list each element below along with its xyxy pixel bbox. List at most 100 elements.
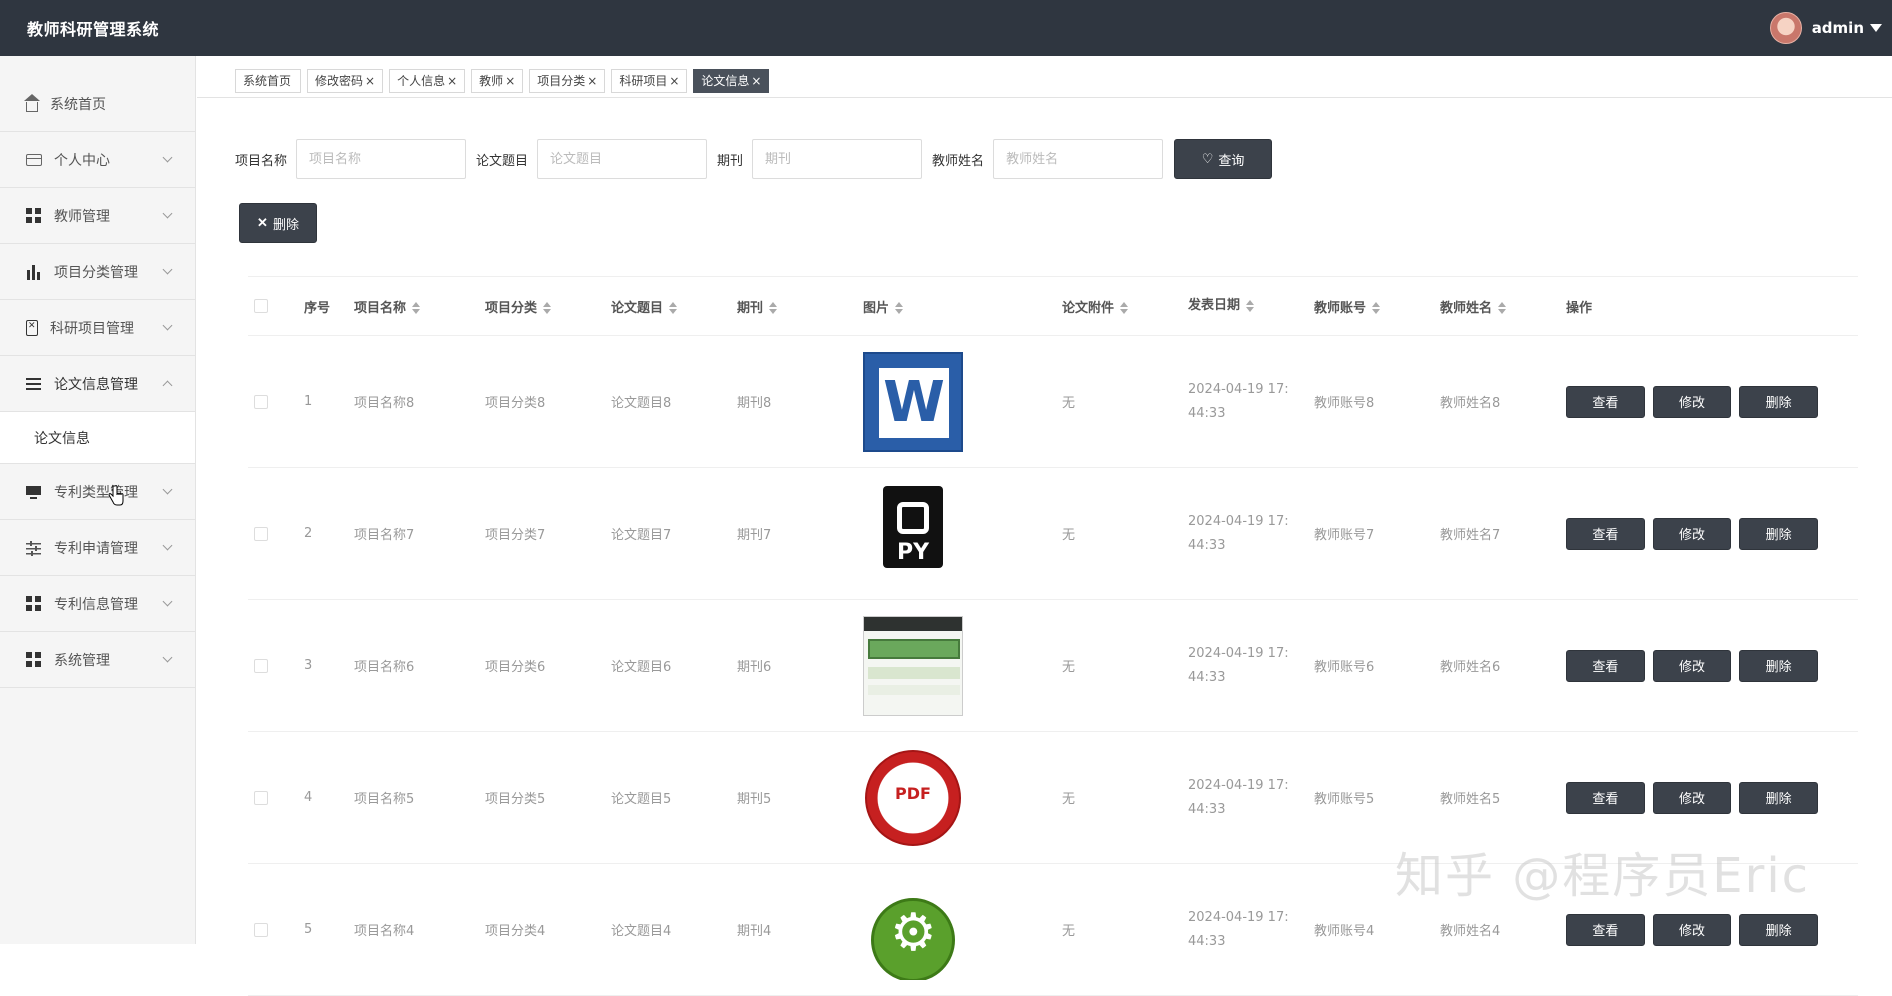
delete-button[interactable]: 删除 <box>1739 385 1819 418</box>
tab-personal-info[interactable]: 个人信息 × <box>389 69 466 93</box>
header-attachment[interactable]: 论文附件 <box>1062 297 1188 316</box>
delete-button[interactable]: 删除 <box>1739 649 1819 682</box>
sidebar-item-patent-type[interactable]: 专利类型管理 <box>0 464 195 520</box>
header-project-name[interactable]: 项目名称 <box>354 297 485 316</box>
submenu-item-paper-info[interactable]: 论文信息 <box>0 412 195 464</box>
chevron-up-icon <box>162 380 173 391</box>
sort-icon[interactable] <box>769 302 778 314</box>
tab-research-project[interactable]: 科研项目 × <box>611 69 688 93</box>
tab-paper-info[interactable]: 论文信息 × <box>693 69 770 93</box>
tab-teacher[interactable]: 教师 × <box>471 69 524 93</box>
chevron-down-icon <box>162 652 173 663</box>
chevron-down-icon <box>162 540 173 551</box>
journal-input[interactable] <box>752 139 923 179</box>
gear-icon[interactable] <box>863 879 963 980</box>
row-checkbox[interactable] <box>254 526 268 541</box>
tab-home[interactable]: 系统首页 <box>235 69 302 93</box>
word-icon[interactable]: W <box>863 351 963 452</box>
view-button[interactable]: 查看 <box>1566 649 1645 682</box>
table-row: 2 项目名称7 项目分类7 论文题目7 期刊7 PY 无 2024-04-19 … <box>248 468 1858 600</box>
row-checkbox[interactable] <box>254 922 268 937</box>
row-checkbox[interactable] <box>254 790 268 805</box>
sidebar-item-patent-apply[interactable]: 专利申请管理 <box>0 520 195 576</box>
sort-icon[interactable] <box>1372 302 1381 314</box>
avatar[interactable] <box>1769 12 1802 44</box>
header-paper-topic[interactable]: 论文题目 <box>611 297 737 316</box>
project-name-input[interactable] <box>296 139 467 179</box>
sidebar-item-teacher[interactable]: 教师管理 <box>0 188 195 244</box>
app-title: 教师科研管理系统 <box>27 20 160 39</box>
cell-project-category: 项目分类5 <box>485 792 546 807</box>
screenshot-thumbnail[interactable] <box>863 615 963 716</box>
delete-button[interactable]: 删除 <box>1739 913 1819 946</box>
edit-button[interactable]: 修改 <box>1652 517 1732 550</box>
sidebar-item-label: 个人中心 <box>54 152 110 169</box>
sidebar-item-personal-center[interactable]: 个人中心 <box>0 132 195 188</box>
paper-topic-input[interactable] <box>537 139 708 179</box>
batch-delete-button[interactable]: ✕ 删除 <box>239 203 317 243</box>
header-teacher-account[interactable]: 教师账号 <box>1314 297 1440 316</box>
username[interactable]: admin <box>1812 19 1864 37</box>
caret-down-icon[interactable] <box>1870 24 1882 32</box>
edit-button[interactable]: 修改 <box>1652 385 1732 418</box>
submenu-item-label: 论文信息 <box>34 430 90 447</box>
cell-journal: 期刊7 <box>737 528 772 543</box>
header-image[interactable]: 图片 <box>863 297 1062 316</box>
view-button[interactable]: 查看 <box>1566 781 1645 814</box>
row-checkbox[interactable] <box>254 394 268 409</box>
select-all-checkbox[interactable] <box>254 299 268 313</box>
cell-project-name: 项目名称5 <box>354 792 415 807</box>
python-file-icon[interactable]: PY <box>863 483 963 584</box>
view-button[interactable]: 查看 <box>1566 517 1645 550</box>
header-project-category[interactable]: 项目分类 <box>485 297 611 316</box>
row-checkbox[interactable] <box>254 658 268 673</box>
cell-publish-date: 2024-04-19 17: 44:33 <box>1188 777 1289 817</box>
close-icon[interactable]: × <box>365 74 375 88</box>
close-icon[interactable]: × <box>505 74 515 88</box>
header-journal[interactable]: 期刊 <box>737 297 863 316</box>
tab-change-password[interactable]: 修改密码 × <box>307 69 384 93</box>
pdf-icon[interactable]: PDF <box>863 747 963 848</box>
edit-button[interactable]: 修改 <box>1652 913 1732 946</box>
close-icon[interactable]: × <box>587 74 597 88</box>
bar-chart-icon <box>26 263 42 280</box>
sidebar-item-system[interactable]: 系统管理 <box>0 632 195 688</box>
cell-project-category: 项目分类6 <box>485 660 546 675</box>
edit-button[interactable]: 修改 <box>1652 649 1732 682</box>
sort-icon[interactable] <box>895 302 904 314</box>
sort-icon[interactable] <box>1246 299 1255 312</box>
chevron-down-icon <box>162 208 173 219</box>
teacher-name-input[interactable] <box>993 139 1164 179</box>
sort-icon[interactable] <box>412 302 421 314</box>
close-icon[interactable]: × <box>751 74 761 88</box>
sidebar-item-project-category[interactable]: 项目分类管理 <box>0 244 195 300</box>
sidebar-item-research-project[interactable]: 科研项目管理 <box>0 300 195 356</box>
tab-list: 系统首页 修改密码 × 个人信息 × 教师 × 项目分类 × 科研项目 × 论文信息 × <box>235 69 775 93</box>
sort-icon[interactable] <box>1498 302 1507 314</box>
view-button[interactable]: 查看 <box>1566 913 1645 946</box>
cell-no: 1 <box>304 394 313 409</box>
list-icon <box>26 375 42 392</box>
tab-project-category[interactable]: 项目分类 × <box>529 69 606 93</box>
sidebar-item-home[interactable]: 系统首页 <box>0 76 195 132</box>
close-icon: ✕ <box>257 215 268 230</box>
query-button[interactable]: ♡ 查询 <box>1174 139 1273 179</box>
sidebar-item-paper-info[interactable]: 论文信息管理 <box>0 356 195 412</box>
top-bar: 教师科研管理系统 admin <box>0 0 1892 56</box>
header-publish-date[interactable]: 发表日期 <box>1188 294 1314 318</box>
sort-icon[interactable] <box>1120 302 1129 314</box>
close-icon[interactable]: × <box>669 74 679 88</box>
sort-icon[interactable] <box>669 302 678 314</box>
chevron-down-icon <box>162 320 173 331</box>
cell-journal: 期刊6 <box>737 660 772 675</box>
edit-button[interactable]: 修改 <box>1652 781 1732 814</box>
header-teacher-name[interactable]: 教师姓名 <box>1440 297 1566 316</box>
user-menu[interactable]: admin <box>1769 12 1882 44</box>
close-icon[interactable]: × <box>447 74 457 88</box>
sidebar-item-patent-info[interactable]: 专利信息管理 <box>0 576 195 632</box>
view-button[interactable]: 查看 <box>1566 385 1645 418</box>
delete-button[interactable]: 删除 <box>1739 517 1819 550</box>
sort-icon[interactable] <box>543 302 552 314</box>
delete-button[interactable]: 删除 <box>1739 781 1819 814</box>
sidebar: 系统首页 个人中心 教师管理 项目分类管理 科研项目管理 论文信息管理 <box>0 56 196 944</box>
